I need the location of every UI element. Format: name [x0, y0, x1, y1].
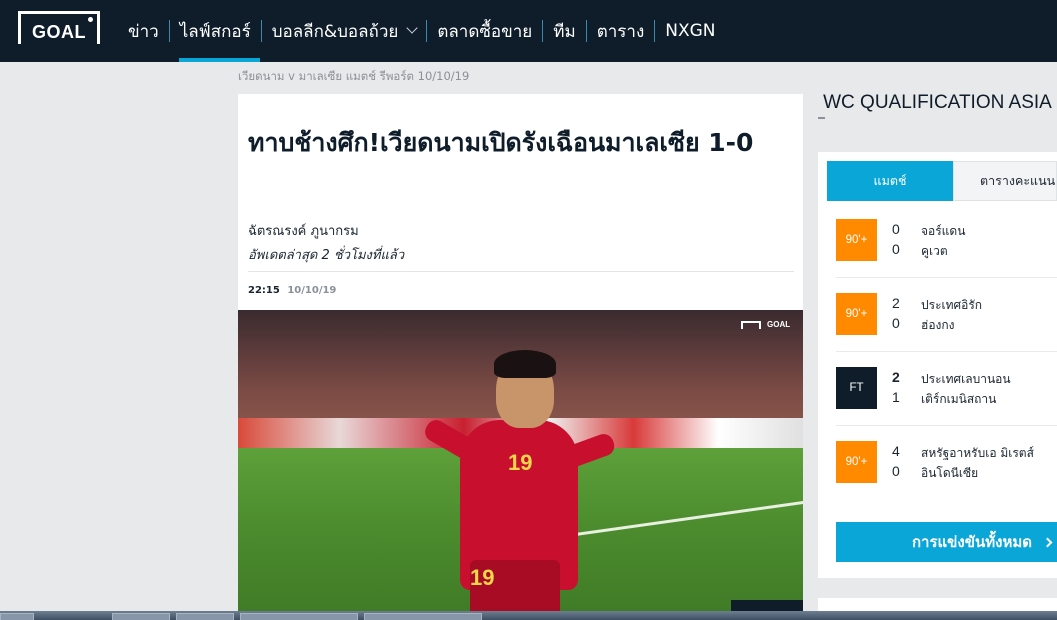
home-team: ประเทศเลบานอน: [921, 372, 1011, 386]
matches-widget: แมตช์ ตารางคะแนน 90'+ 0 0 จอร์แดน คูเวต …: [818, 152, 1057, 578]
active-nav-indicator: [179, 58, 260, 62]
away-score: 1: [892, 389, 900, 405]
nav-item-leagues-cups[interactable]: บอลลีก&บอลถ้วย: [262, 0, 427, 62]
article-headline: ทาบช้างศึก!เวียดนามเปิดรังเฉือนมาเลเซีย …: [248, 128, 754, 157]
match-row[interactable]: FT 2 1 ประเทศเลบานอน เติร์กเมนิสถาน: [836, 367, 1057, 409]
match-status-badge: 90'+: [836, 219, 877, 261]
divider: [836, 425, 1057, 426]
shorts-number: 19: [470, 565, 495, 590]
article-time: 22:15: [248, 285, 280, 296]
home-team: ประเทศอิรัก: [921, 298, 983, 312]
taskbar-button[interactable]: [364, 613, 482, 620]
start-button[interactable]: [0, 613, 34, 620]
article-date: 10/10/19: [287, 285, 337, 296]
away-score: 0: [892, 241, 900, 257]
article-hero-photo: 19 19 GOAL: [238, 310, 803, 620]
photo-watermark-text: GOAL: [767, 320, 791, 329]
logo-text: GOAL: [32, 22, 86, 42]
divider: [248, 271, 794, 272]
taskbar-button[interactable]: [112, 613, 170, 620]
sidebar-title: WC QUALIFICATION ASIA: [823, 92, 1052, 113]
match-status-badge: FT: [836, 367, 877, 409]
chevron-right-icon: [1042, 537, 1053, 547]
article-updated: อัพเดตล่าสุด 2 ชั่วโมงที่แล้ว: [248, 248, 405, 263]
tab-standings[interactable]: ตารางคะแนน: [953, 161, 1057, 201]
jersey-number: 19: [508, 450, 533, 475]
article-card: ทาบช้างศึก!เวียดนามเปิดรังเฉือนมาเลเซีย …: [238, 94, 803, 620]
player-hair: [494, 350, 556, 378]
goal-logo[interactable]: GOAL: [18, 11, 100, 44]
goal-logo-icon: [741, 320, 761, 329]
nav-item-tables[interactable]: ตาราง: [587, 0, 655, 62]
taskbar-button[interactable]: [176, 613, 234, 620]
sidebar-dash: [818, 117, 825, 119]
all-competitions-label: การแข่งขันทั้งหมด: [911, 533, 1032, 551]
away-team: คูเวต: [921, 244, 948, 258]
widget-tabs: แมตช์ ตารางคะแนน: [827, 161, 1057, 201]
photo-watermark: GOAL: [741, 320, 790, 329]
all-competitions-button[interactable]: การแข่งขันทั้งหมด: [836, 522, 1057, 562]
nav-item-news[interactable]: ข่าว: [118, 0, 169, 62]
nav-item-nxgn[interactable]: NXGN: [655, 0, 725, 62]
nav-item-leagues-label: บอลลีก&บอลถ้วย: [271, 21, 399, 42]
taskbar-button[interactable]: [240, 613, 358, 620]
chevron-down-icon: [406, 22, 419, 34]
home-score: 2: [892, 369, 900, 385]
tab-matches[interactable]: แมตช์: [827, 161, 953, 201]
nav-item-transfers[interactable]: ตลาดซื้อขาย: [427, 0, 542, 62]
home-score: 0: [892, 221, 900, 237]
match-row[interactable]: 90'+ 0 0 จอร์แดน คูเวต: [836, 219, 1057, 261]
divider: [836, 351, 1057, 352]
away-team: เติร์กเมนิสถาน: [921, 392, 997, 406]
match-row[interactable]: 90'+ 2 0 ประเทศอิรัก ฮ่องกง: [836, 293, 1057, 335]
home-team: จอร์แดน: [921, 224, 966, 238]
match-row[interactable]: 90'+ 4 0 สหรัฐอาหรับเอ มิเรตส์ อินโดนีเซ…: [836, 441, 1057, 483]
home-score: 4: [892, 443, 900, 459]
divider: [836, 277, 1057, 278]
away-team: ฮ่องกง: [921, 318, 955, 332]
main-nav: ข่าว ไลฟ์สกอร์ บอลลีก&บอลถ้วย ตลาดซื้อขา…: [118, 0, 726, 62]
nav-item-livescore[interactable]: ไลฟ์สกอร์: [170, 0, 261, 62]
article-author[interactable]: ฉัตรณรงค์ ภูนากรม: [248, 220, 359, 241]
home-score: 2: [892, 295, 900, 311]
away-team: อินโดนีเซีย: [921, 466, 979, 480]
article-timestamp: 22:15 10/10/19: [248, 285, 336, 296]
home-team: สหรัฐอาหรับเอ มิเรตส์: [921, 446, 1034, 460]
breadcrumb[interactable]: เวียดนาม v มาเลเซีย แมตช์ รีพอร์ต 10/10/…: [238, 68, 469, 86]
nav-item-teams[interactable]: ทีม: [543, 0, 585, 62]
match-status-badge: 90'+: [836, 441, 877, 483]
away-score: 0: [892, 463, 900, 479]
away-score: 0: [892, 315, 900, 331]
os-taskbar: [0, 611, 1057, 620]
match-status-badge: 90'+: [836, 293, 877, 335]
top-navigation: GOAL ข่าว ไลฟ์สกอร์ บอลลีก&บอลถ้วย ตลาดซ…: [0, 0, 1057, 62]
